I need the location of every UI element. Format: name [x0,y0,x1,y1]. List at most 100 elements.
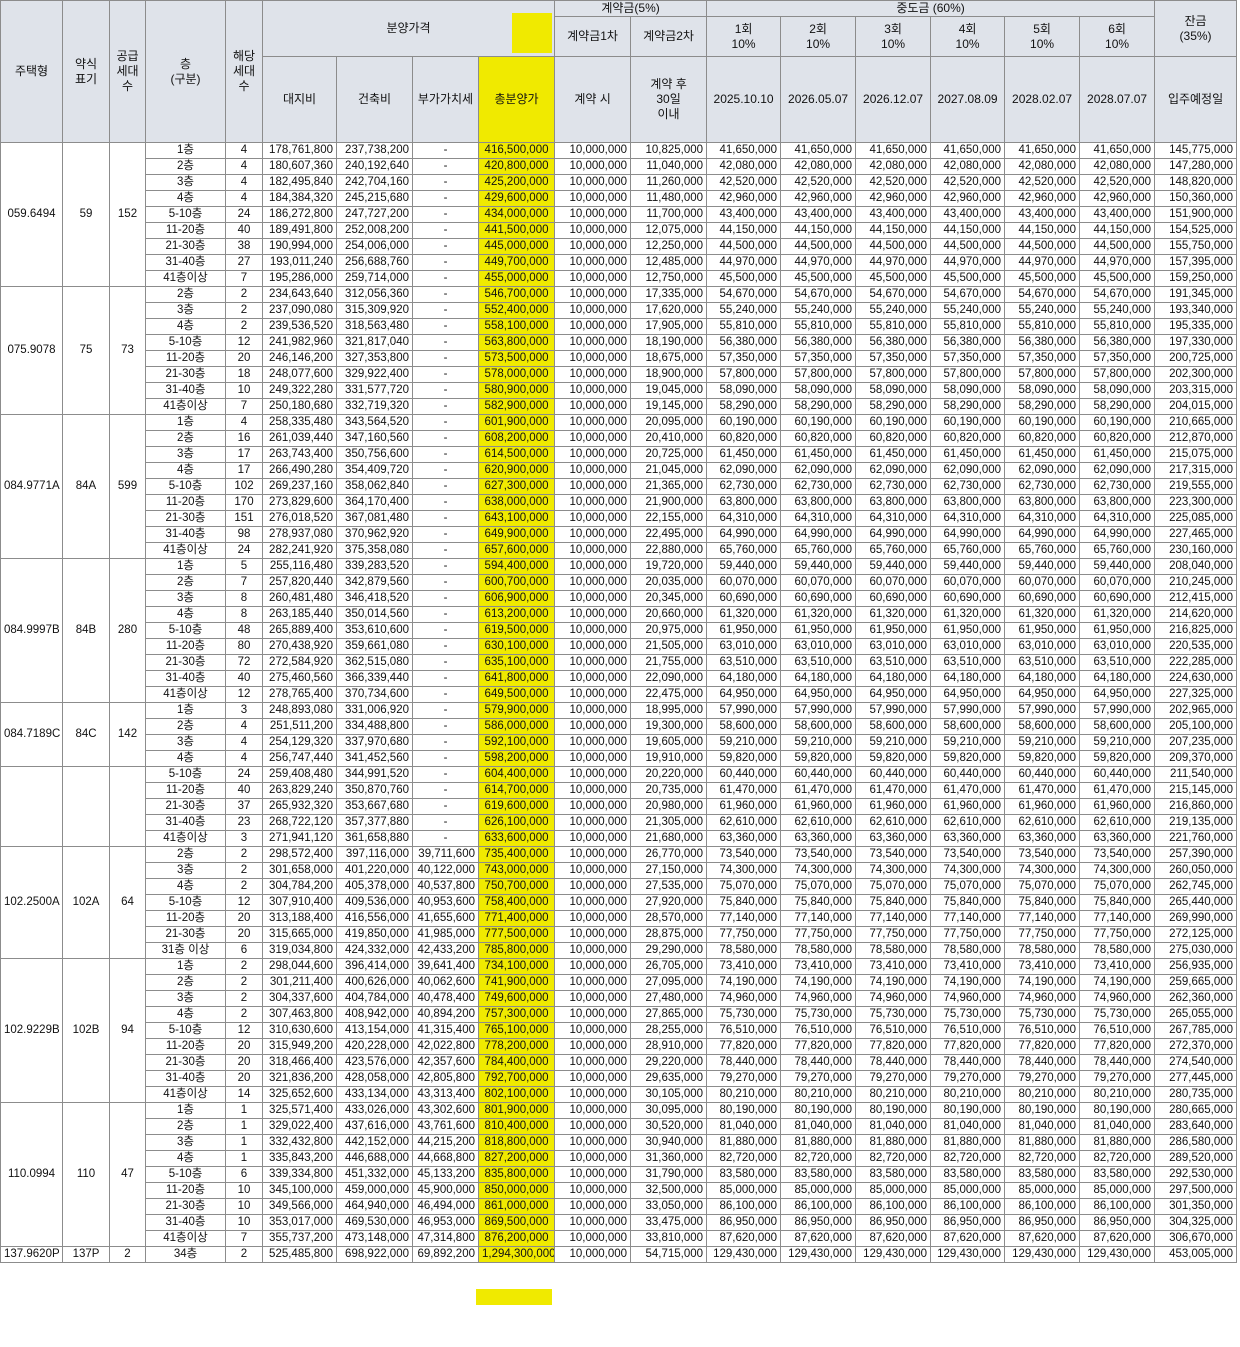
deposit2-cell: 27,150,000 [630,862,708,879]
installment-1-cell: 60,070,000 [706,574,782,591]
installment-5-cell: 77,140,000 [1004,910,1081,927]
installment-5-cell: 82,720,000 [1004,1150,1081,1167]
deposit2-cell: 22,155,000 [630,510,708,527]
installment-3-cell: 60,820,000 [855,430,932,447]
installment-4-cell: 44,500,000 [930,238,1006,255]
installment-5-cell: 63,360,000 [1004,830,1081,847]
total-price-cell: 586,000,000 [477,718,556,735]
installment-1-cell: 62,090,000 [706,462,782,479]
units-cell: 37 [225,798,263,815]
units-cell: 4 [225,174,263,191]
units-cell: 20 [225,1070,263,1087]
floor-cell: 2층 [145,430,226,447]
land-cell: 260,481,480 [262,590,337,607]
vat-cell: 41,655,600 [412,910,479,927]
land-cell: 241,982,960 [262,334,337,351]
installment-6-cell: 42,520,000 [1079,174,1156,191]
deposit-header: 계약금(5%) [554,0,708,17]
balance-cell: 257,390,000 [1154,846,1238,863]
total-price-cell: 578,000,000 [477,366,556,383]
installment-4-cell: 60,690,000 [930,590,1006,607]
vat-cell: - [412,158,479,175]
installment-6-cell: 81,040,000 [1079,1118,1156,1135]
installment-1-cell: 62,730,000 [706,478,782,495]
deposit1-cell: 10,000,000 [554,702,632,719]
deposit2-cell: 28,910,000 [630,1038,708,1055]
installment-6-cell: 86,100,000 [1079,1198,1156,1215]
total-price-cell: 802,100,000 [477,1086,556,1103]
building-cell: 312,056,360 [336,286,413,303]
total-price-header: 총분양가 [477,56,556,143]
vat-cell: - [412,686,479,703]
abbr-cell: 137P [62,1246,110,1263]
total-price-cell: 619,500,000 [477,622,556,639]
building-cell: 464,940,000 [336,1198,413,1215]
vat-cell: - [412,302,479,319]
deposit1-cell: 10,000,000 [554,1054,632,1071]
deposit2-cell: 17,620,000 [630,302,708,319]
land-cell: 239,536,520 [262,318,337,335]
balance-cell: 292,530,000 [1154,1166,1238,1183]
units-cell: 3 [225,830,263,847]
installment-1-cell: 75,730,000 [706,1006,782,1023]
units-cell: 20 [225,910,263,927]
installment-6-cell: 63,800,000 [1079,494,1156,511]
installment-4-cell: 63,360,000 [930,830,1006,847]
table-row: 3층 17 263,743,400 350,756,600-614,500,000 10… [1,446,1238,463]
units-cell: 6 [225,942,263,959]
table-row: 3층 4 182,495,840 242,704,160-425,200,000 10,… [1,174,1238,191]
vat-cell: - [412,734,479,751]
installment-6-cell: 57,990,000 [1079,702,1156,719]
installment-6-header: 6회 10% [1079,16,1156,57]
balance-cell: 150,360,000 [1154,190,1238,207]
balance-cell: 269,990,000 [1154,910,1238,927]
total-price-cell: 614,700,000 [477,782,556,799]
table-row: 11-20층 40 189,491,800 252,008,200-441,500,0… [1,222,1238,239]
land-cell: 275,460,560 [262,670,337,687]
units-cell: 12 [225,686,263,703]
installment-4-cell: 83,580,000 [930,1166,1006,1183]
table-row: 2층 7 257,820,440 342,879,560-600,700,000 10,… [1,574,1238,591]
installment-6-cell: 75,840,000 [1079,894,1156,911]
deposit1-cell: 10,000,000 [554,174,632,191]
deposit1-cell: 10,000,000 [554,942,632,959]
installment-5-cell: 43,400,000 [1004,206,1081,223]
installment-6-cell: 83,580,000 [1079,1166,1156,1183]
installment-3-cell: 75,070,000 [855,878,932,895]
installment-5-cell: 58,090,000 [1004,382,1081,399]
deposit1-header: 계약금1차 [554,16,632,57]
deposit2-cell: 28,875,000 [630,926,708,943]
deposit1-cell: 10,000,000 [554,414,632,431]
installment-4-cell: 60,440,000 [930,766,1006,783]
building-cell: 346,418,520 [336,590,413,607]
supply-header-text: 공급 세대 수 [116,49,139,93]
installment-6-cell: 76,510,000 [1079,1022,1156,1039]
installment-label: 3회 [884,21,902,36]
installment-4-cell: 44,150,000 [930,222,1006,239]
building-cell: 315,309,920 [336,302,413,319]
table-row: 084.9997B 84B 280 1층 5 255,116,480 339,283,520… [0,558,1238,703]
installment-6-cell: 55,810,000 [1079,318,1156,335]
vat-cell: - [412,494,479,511]
vat-cell: - [412,446,479,463]
vat-cell: 42,357,600 [412,1054,479,1071]
total-price-cell: 827,200,000 [477,1150,556,1167]
balance-cell: 227,325,000 [1154,686,1238,703]
units-cell: 40 [225,222,263,239]
building-cell: 344,991,520 [336,766,413,783]
table-row: 31-40층 10 249,322,280 331,577,720-580,900,0… [1,382,1238,399]
deposit2-cell: 33,050,000 [630,1198,708,1215]
installment-5-cell: 80,210,000 [1004,1086,1081,1103]
installment-6-cell: 57,350,000 [1079,350,1156,367]
floor-cell: 3층 [145,734,226,751]
land-cell: 319,034,800 [262,942,337,959]
vat-cell: - [412,590,479,607]
floor-cell: 41층이상 [145,830,226,847]
installment-3-cell: 80,210,000 [855,1086,932,1103]
floor-cell: 3층 [145,862,226,879]
installment-3-cell: 42,520,000 [855,174,932,191]
units-cell: 80 [225,638,263,655]
units-cell: 1 [225,1150,263,1167]
installment-6-cell: 77,140,000 [1079,910,1156,927]
vat-cell: - [412,190,479,207]
